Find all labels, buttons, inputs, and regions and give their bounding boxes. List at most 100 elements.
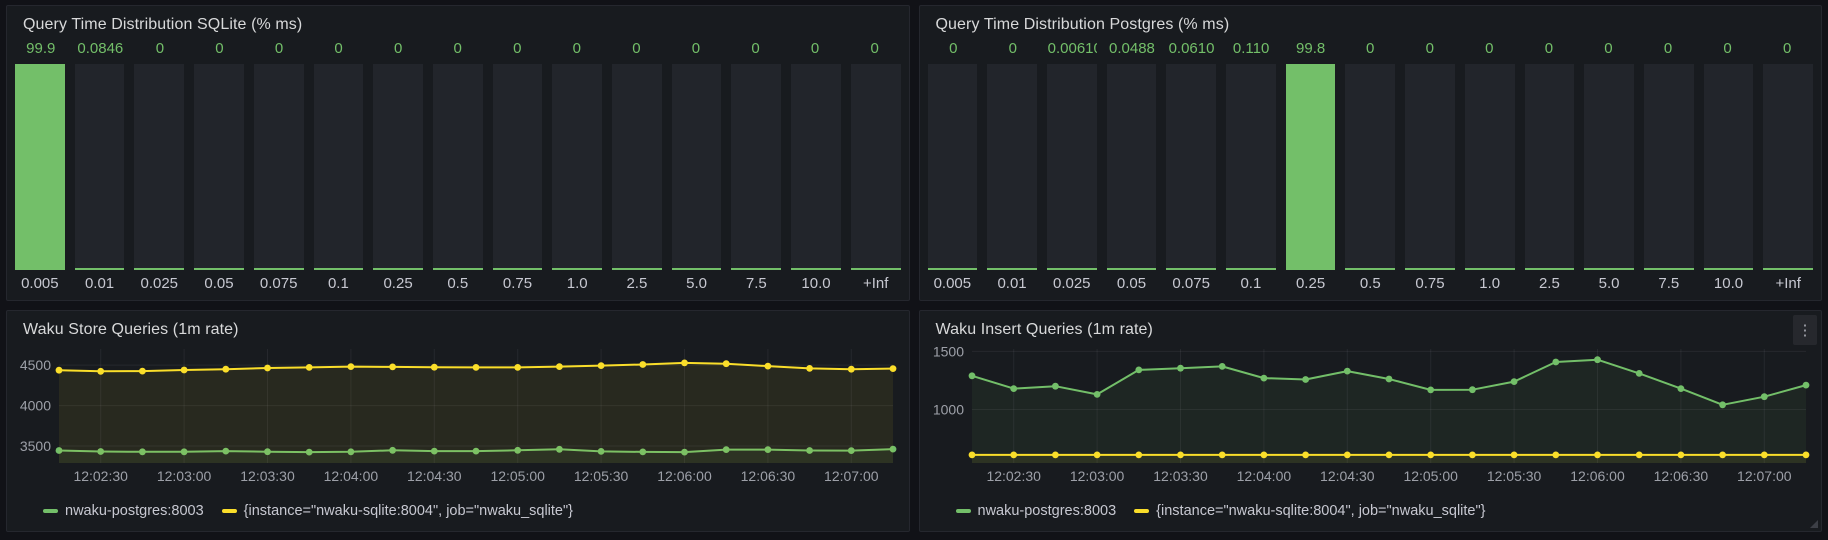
series-point[interactable] bbox=[1552, 452, 1559, 459]
series-point[interactable] bbox=[1052, 383, 1059, 390]
series-point[interactable] bbox=[1802, 452, 1809, 459]
bar[interactable] bbox=[433, 64, 483, 270]
series-point[interactable] bbox=[1594, 452, 1601, 459]
series-point[interactable] bbox=[1010, 385, 1017, 392]
panel-header[interactable]: Waku Store Queries (1m rate) bbox=[15, 317, 901, 343]
bar[interactable] bbox=[851, 64, 901, 270]
series-point[interactable] bbox=[1469, 386, 1476, 393]
series-point[interactable] bbox=[181, 367, 188, 374]
series-point[interactable] bbox=[1093, 452, 1100, 459]
series-point[interactable] bbox=[1218, 452, 1225, 459]
bar[interactable] bbox=[1644, 64, 1694, 270]
series-point[interactable] bbox=[1135, 367, 1142, 374]
series-point[interactable] bbox=[1010, 452, 1017, 459]
series-point[interactable] bbox=[806, 365, 813, 372]
series-point[interactable] bbox=[348, 363, 355, 370]
series-point[interactable] bbox=[1760, 452, 1767, 459]
series-point[interactable] bbox=[514, 364, 521, 371]
series-point[interactable] bbox=[431, 364, 438, 371]
series-point[interactable] bbox=[848, 366, 855, 373]
bar[interactable] bbox=[194, 64, 244, 270]
bar[interactable] bbox=[1047, 64, 1097, 270]
series-point[interactable] bbox=[264, 365, 271, 372]
series-point[interactable] bbox=[1719, 401, 1726, 408]
timeseries-chart-area[interactable]: 45004000350012:02:3012:03:0012:03:3012:0… bbox=[15, 343, 901, 499]
legend-item[interactable]: {instance="nwaku-sqlite:8004", job="nwak… bbox=[1134, 503, 1485, 519]
series-point[interactable] bbox=[1385, 376, 1392, 383]
series-point[interactable] bbox=[389, 364, 396, 371]
bar[interactable] bbox=[314, 64, 364, 270]
resize-corner-icon[interactable] bbox=[1810, 520, 1818, 528]
series-point[interactable] bbox=[1802, 382, 1809, 389]
bar[interactable] bbox=[1405, 64, 1455, 270]
panel-header[interactable]: Query Time Distribution Postgres (% ms) bbox=[928, 12, 1814, 38]
timeseries-viz[interactable]: 45004000350012:02:3012:03:0012:03:3012:0… bbox=[15, 343, 901, 523]
timeseries-chart-area[interactable]: 1500100012:02:3012:03:0012:03:3012:04:00… bbox=[928, 343, 1814, 499]
bar[interactable] bbox=[1345, 64, 1395, 270]
series-point[interactable] bbox=[1635, 370, 1642, 377]
series-point[interactable] bbox=[1594, 356, 1601, 363]
timeseries-plot[interactable]: 45004000350012:02:3012:03:0012:03:3012:0… bbox=[15, 343, 901, 489]
series-point[interactable] bbox=[681, 360, 688, 367]
series-point[interactable] bbox=[1343, 368, 1350, 375]
bar-gauge-viz[interactable]: 000.006100.04880.06100.11099.8000000000.… bbox=[928, 38, 1814, 292]
bar[interactable] bbox=[672, 64, 722, 270]
series-point[interactable] bbox=[968, 452, 975, 459]
series-point[interactable] bbox=[1677, 385, 1684, 392]
series-point[interactable] bbox=[1135, 452, 1142, 459]
bar[interactable] bbox=[1107, 64, 1157, 270]
bar[interactable] bbox=[75, 64, 125, 270]
series-point[interactable] bbox=[723, 360, 730, 367]
series-point[interactable] bbox=[639, 361, 646, 368]
timeseries-viz[interactable]: 1500100012:02:3012:03:0012:03:3012:04:00… bbox=[928, 343, 1814, 523]
series-point[interactable] bbox=[1510, 452, 1517, 459]
series-point[interactable] bbox=[1177, 365, 1184, 372]
series-point[interactable] bbox=[890, 365, 897, 372]
series-point[interactable] bbox=[1677, 452, 1684, 459]
bar[interactable] bbox=[254, 64, 304, 270]
series-point[interactable] bbox=[556, 363, 563, 370]
series-point[interactable] bbox=[222, 366, 229, 373]
series-point[interactable] bbox=[1343, 452, 1350, 459]
series-point[interactable] bbox=[1510, 378, 1517, 385]
series-point[interactable] bbox=[1177, 452, 1184, 459]
bar[interactable] bbox=[791, 64, 841, 270]
kebab-menu-icon[interactable]: ⋮ bbox=[1793, 315, 1817, 345]
bar[interactable] bbox=[1763, 64, 1813, 270]
bar[interactable] bbox=[1704, 64, 1754, 270]
series-point[interactable] bbox=[598, 362, 605, 369]
series-point[interactable] bbox=[1427, 452, 1434, 459]
series-point[interactable] bbox=[1635, 452, 1642, 459]
series-point[interactable] bbox=[1093, 391, 1100, 398]
series-point[interactable] bbox=[1427, 387, 1434, 394]
legend-item[interactable]: nwaku-postgres:8003 bbox=[43, 503, 204, 519]
series-point[interactable] bbox=[1385, 452, 1392, 459]
series-point[interactable] bbox=[1760, 393, 1767, 400]
series-point[interactable] bbox=[1260, 375, 1267, 382]
series-point[interactable] bbox=[968, 372, 975, 379]
series-point[interactable] bbox=[139, 368, 146, 375]
series-point[interactable] bbox=[473, 364, 480, 371]
series-point[interactable] bbox=[1719, 452, 1726, 459]
series-point[interactable] bbox=[306, 364, 313, 371]
bar[interactable] bbox=[493, 64, 543, 270]
timeseries-plot[interactable]: 1500100012:02:3012:03:0012:03:3012:04:00… bbox=[928, 343, 1814, 489]
series-point[interactable] bbox=[1052, 452, 1059, 459]
panel-header[interactable]: Query Time Distribution SQLite (% ms) bbox=[15, 12, 901, 38]
bar[interactable] bbox=[552, 64, 602, 270]
bar[interactable] bbox=[928, 64, 978, 270]
series-point[interactable] bbox=[765, 363, 772, 370]
bar[interactable] bbox=[1584, 64, 1634, 270]
series-point[interactable] bbox=[1302, 376, 1309, 383]
series-point[interactable] bbox=[1552, 359, 1559, 366]
series-point[interactable] bbox=[1260, 452, 1267, 459]
series-point[interactable] bbox=[1469, 452, 1476, 459]
panel-header[interactable]: Waku Insert Queries (1m rate) bbox=[928, 317, 1814, 343]
bar[interactable] bbox=[1226, 64, 1276, 270]
series-point[interactable] bbox=[1218, 363, 1225, 370]
bar[interactable] bbox=[1525, 64, 1575, 270]
series-point[interactable] bbox=[97, 368, 104, 375]
series-point[interactable] bbox=[56, 367, 63, 374]
bar[interactable] bbox=[1286, 64, 1336, 270]
bar[interactable] bbox=[612, 64, 662, 270]
